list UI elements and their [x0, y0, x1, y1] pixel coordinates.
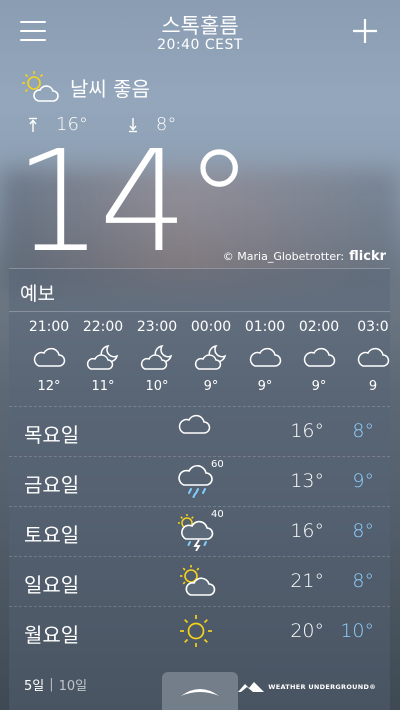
cloud-icon [237, 339, 293, 377]
current-condition: 날씨 좋음 [20, 70, 150, 104]
cloud-icon [345, 339, 390, 377]
expand-handle[interactable] [162, 672, 238, 710]
hour-temp: 9° [203, 379, 219, 394]
hourly-forecast[interactable]: 21:00 12° 22:00 11° 23:00 10° 00:00 9° 01:00 9° 02… [9, 319, 390, 404]
daily-row[interactable]: 일요일 21° 8° [9, 556, 390, 606]
hour-time: 01:00 [244, 319, 286, 335]
day-range-toggle: 5일 | 10일 [24, 675, 87, 694]
daily-row[interactable]: 월요일 20° 10° [9, 606, 390, 656]
hour-time: 02:00 [298, 319, 340, 335]
hourly-item: 00:00 9° [183, 319, 239, 394]
hour-time: 03:0 [357, 319, 389, 335]
daily-row[interactable]: 금요일 60 13° 9° [9, 456, 390, 506]
day-high: 16° [290, 420, 324, 442]
current-temperature: 14° [14, 121, 254, 284]
day-high: 16° [290, 520, 324, 542]
photo-credit[interactable]: © Maria_Globetrotter: flickr [223, 249, 386, 264]
hour-time: 00:00 [190, 319, 232, 335]
precip-chance: 60 [211, 459, 224, 470]
hourly-item: 01:00 9° [237, 319, 293, 394]
hourly-item: 22:00 11° [75, 319, 131, 394]
day-low: 8° [352, 520, 374, 542]
cloud-icon [291, 339, 347, 377]
day-name: 토요일 [24, 523, 80, 547]
day-low: 9° [352, 470, 374, 492]
day-high: 13° [290, 470, 324, 492]
moon-cloud-icon [183, 339, 239, 377]
hourly-item: 03:0 9 [345, 319, 390, 394]
hourly-item: 23:00 10° [129, 319, 185, 394]
wu-mountain-icon [238, 682, 265, 692]
top-bar: 스톡홀름 20:40 CEST [0, 0, 400, 60]
day-name: 월요일 [24, 623, 80, 647]
chevron-up-icon [181, 689, 219, 696]
weather-underground-logo[interactable]: WEATHER UNDERGROUND® [237, 680, 376, 694]
local-time: 20:40 CEST [157, 37, 243, 53]
sun-cloud-icon [22, 71, 59, 102]
hour-temp: 11° [91, 379, 115, 394]
flickr-logo: flickr [349, 249, 386, 264]
hour-time: 23:00 [136, 319, 178, 335]
condition-text: 날씨 좋음 [70, 76, 150, 101]
day-name: 목요일 [24, 423, 80, 447]
divider [9, 311, 390, 312]
hour-temp: 10° [145, 379, 169, 394]
sun-icon [177, 613, 221, 653]
day-name: 일요일 [24, 573, 80, 597]
day-high: 21° [290, 570, 324, 592]
forecast-panel: 예보 21:00 12° 22:00 11° 23:00 10° 00:00 9° 01:00 9… [9, 268, 390, 710]
daily-row[interactable]: 토요일 40 16° 8° [9, 506, 390, 556]
cloud-icon [177, 413, 221, 453]
cloud-icon [21, 339, 77, 377]
five-day-option[interactable]: 5일 [24, 675, 44, 694]
hour-time: 22:00 [82, 319, 124, 335]
hourly-item: 21:00 12° [21, 319, 77, 394]
divider: | [49, 677, 54, 692]
day-low: 10° [340, 620, 374, 642]
day-high: 20° [290, 620, 324, 642]
forecast-title: 예보 [20, 283, 55, 305]
moon-cloud-icon [75, 339, 131, 377]
day-low: 8° [352, 570, 374, 592]
moon-cloud-icon [129, 339, 185, 377]
sun-cloud-icon [177, 563, 221, 603]
city-name: 스톡홀름 [161, 14, 239, 38]
day-name: 금요일 [24, 473, 80, 497]
photo-author: © Maria_Globetrotter: [222, 250, 345, 263]
add-location-icon[interactable] [352, 18, 378, 44]
hour-temp: 9 [368, 379, 378, 394]
provider-name: WEATHER UNDERGROUND® [268, 683, 376, 691]
precip-chance: 40 [211, 509, 224, 520]
hour-time: 21:00 [28, 319, 70, 335]
footer: 5일 | 10일 WEATHER UNDERGROUND® [0, 672, 400, 710]
hour-temp: 9° [311, 379, 327, 394]
hour-temp: 12° [37, 379, 61, 394]
day-low: 8° [352, 420, 374, 442]
hour-temp: 9° [257, 379, 273, 394]
daily-row[interactable]: 목요일 16° 8° [9, 406, 390, 456]
ten-day-option[interactable]: 10일 [59, 675, 88, 694]
hourly-item: 02:00 9° [291, 319, 347, 394]
